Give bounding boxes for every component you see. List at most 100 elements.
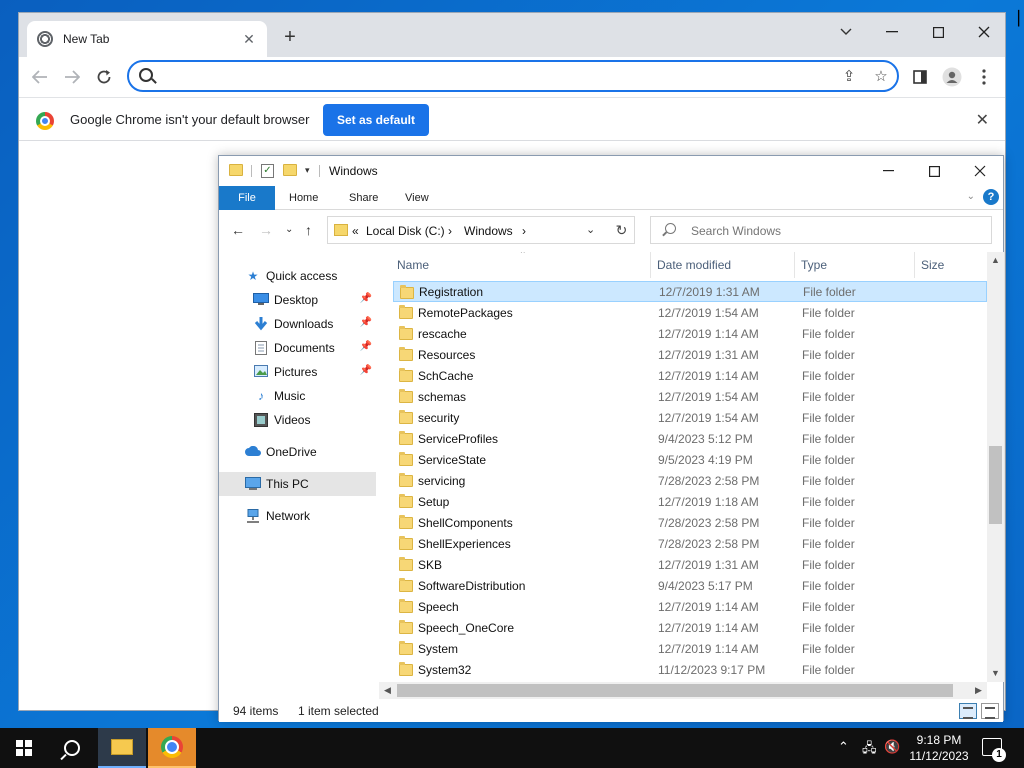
column-header-date-modified[interactable]: Date modified bbox=[651, 252, 795, 278]
nav-onedrive[interactable]: OneDrive bbox=[219, 440, 376, 464]
file-row[interactable]: Speech 12/7/2019 1:14 AM File folder bbox=[393, 596, 987, 617]
refresh-icon[interactable]: ↻ bbox=[609, 216, 635, 244]
pin-icon[interactable]: 📌 bbox=[360, 365, 372, 376]
address-prefix-icon[interactable]: « bbox=[352, 224, 359, 238]
network-status-icon[interactable]: 🖧 bbox=[862, 739, 877, 761]
file-row[interactable]: servicing 7/28/2023 2:58 PM File folder bbox=[393, 470, 987, 491]
forward-arrow-icon[interactable] bbox=[59, 64, 85, 90]
file-row[interactable]: ServiceProfiles 9/4/2023 5:12 PM File fold… bbox=[393, 428, 987, 449]
address-input[interactable] bbox=[163, 66, 823, 86]
close-button[interactable] bbox=[961, 17, 1007, 47]
show-hidden-icons-chevron-icon[interactable]: ⌃ bbox=[838, 739, 849, 755]
nav-this-pc[interactable]: This PC bbox=[219, 472, 376, 496]
share-icon[interactable]: ⇪ bbox=[839, 67, 859, 87]
address-separator[interactable]: › bbox=[522, 224, 526, 238]
infobar-close-icon[interactable]: ✕ bbox=[976, 110, 989, 130]
nav-music[interactable]: ♪ Music bbox=[219, 384, 376, 408]
column-header-name[interactable]: Name bbox=[391, 252, 651, 278]
omnibox[interactable]: ⇪ ☆ bbox=[127, 60, 899, 92]
minimize-button[interactable] bbox=[869, 17, 915, 47]
address-segment-local-disk[interactable]: Local Disk (C:) bbox=[366, 224, 445, 238]
start-button[interactable] bbox=[0, 728, 48, 768]
scroll-up-arrow-icon[interactable]: ▲ bbox=[987, 252, 1004, 269]
column-header-size[interactable]: Size bbox=[915, 252, 989, 278]
file-row[interactable]: rescache 12/7/2019 1:14 AM File folder bbox=[393, 323, 987, 344]
properties-check-icon[interactable]: ✓ bbox=[261, 164, 274, 178]
nav-network[interactable]: Network bbox=[219, 504, 376, 528]
search-input[interactable] bbox=[691, 222, 981, 240]
details-view-icon[interactable] bbox=[959, 703, 977, 719]
profile-avatar-icon[interactable] bbox=[941, 66, 963, 88]
scroll-right-arrow-icon[interactable]: ▶ bbox=[970, 682, 987, 699]
set-as-default-button[interactable]: Set as default bbox=[323, 104, 429, 136]
file-row[interactable]: Registration 12/7/2019 1:31 AM File folder bbox=[393, 281, 987, 302]
new-folder-icon[interactable] bbox=[283, 164, 297, 176]
large-icons-view-icon[interactable] bbox=[981, 703, 999, 719]
vertical-scroll-thumb[interactable] bbox=[989, 446, 1002, 524]
file-row[interactable]: SKB 12/7/2019 1:31 AM File folder bbox=[393, 554, 987, 575]
column-header-type[interactable]: Type bbox=[795, 252, 915, 278]
vertical-scrollbar[interactable]: ▲ ▼ bbox=[987, 252, 1004, 682]
nav-pictures[interactable]: Pictures 📌 bbox=[219, 360, 376, 384]
file-row[interactable]: RemotePackages 12/7/2019 1:54 AM File fold… bbox=[393, 302, 987, 323]
file-row[interactable]: SoftwareDistribution 9/4/2023 5:17 PM File… bbox=[393, 575, 987, 596]
pin-icon[interactable]: 📌 bbox=[360, 341, 372, 352]
tab-search-chevron-icon[interactable] bbox=[823, 17, 869, 47]
horizontal-scrollbar[interactable]: ◀ ▶ bbox=[379, 682, 987, 699]
tab-new-tab[interactable]: New Tab ✕ bbox=[27, 21, 267, 57]
ribbon-tab-share[interactable]: Share bbox=[335, 186, 392, 210]
explorer-maximize-button[interactable] bbox=[911, 156, 957, 186]
recent-locations-icon[interactable]: ⌄ bbox=[285, 224, 293, 235]
scroll-left-arrow-icon[interactable]: ◀ bbox=[379, 682, 396, 699]
address-dropdown-icon[interactable]: ⌄ bbox=[586, 223, 595, 236]
address-separator[interactable]: › bbox=[448, 224, 452, 238]
menu-kebab-icon[interactable] bbox=[973, 66, 995, 88]
file-row[interactable]: schemas 12/7/2019 1:54 AM File folder bbox=[393, 386, 987, 407]
address-segment-windows[interactable]: Windows bbox=[464, 224, 513, 238]
file-row[interactable]: SchCache 12/7/2019 1:14 AM File folder bbox=[393, 365, 987, 386]
pin-icon[interactable]: 📌 bbox=[360, 317, 372, 328]
file-row[interactable]: System 12/7/2019 1:14 AM File folder bbox=[393, 638, 987, 659]
file-row[interactable]: Setup 12/7/2019 1:18 AM File folder bbox=[393, 491, 987, 512]
new-tab-button[interactable]: + bbox=[277, 25, 303, 51]
explorer-forward-icon[interactable]: → bbox=[259, 222, 273, 238]
nav-quick-access[interactable]: ★ Quick access bbox=[219, 264, 376, 288]
taskbar-search-button[interactable] bbox=[48, 728, 96, 768]
scroll-down-arrow-icon[interactable]: ▼ bbox=[987, 665, 1004, 682]
file-row[interactable]: System32 11/12/2023 9:17 PM File folder bbox=[393, 659, 987, 680]
explorer-minimize-button[interactable] bbox=[865, 156, 911, 186]
volume-muted-icon[interactable]: 🔇 bbox=[884, 739, 900, 755]
search-box[interactable] bbox=[650, 216, 992, 244]
nav-documents[interactable]: Documents 📌 bbox=[219, 336, 376, 360]
horizontal-scroll-thumb[interactable] bbox=[397, 684, 953, 697]
ribbon-expand-chevron-icon[interactable]: ⌄ bbox=[967, 191, 975, 202]
file-row[interactable]: security 12/7/2019 1:54 AM File folder bbox=[393, 407, 987, 428]
taskbar-chrome[interactable] bbox=[148, 728, 196, 768]
ribbon-tab-view[interactable]: View bbox=[391, 186, 443, 210]
file-row[interactable]: ShellExperiences 7/28/2023 2:58 PM File fo… bbox=[393, 533, 987, 554]
maximize-button[interactable] bbox=[915, 17, 961, 47]
nav-downloads[interactable]: Downloads 📌 bbox=[219, 312, 376, 336]
nav-desktop[interactable]: Desktop 📌 bbox=[219, 288, 376, 312]
up-folder-icon[interactable]: ↑ bbox=[305, 222, 312, 238]
bookmark-star-icon[interactable]: ☆ bbox=[871, 67, 891, 87]
tab-close-icon[interactable]: ✕ bbox=[241, 31, 257, 48]
quick-access-dropdown-icon[interactable]: ▾ bbox=[305, 165, 310, 176]
side-panel-icon[interactable] bbox=[909, 66, 931, 88]
nav-videos[interactable]: Videos bbox=[219, 408, 376, 432]
taskbar-file-explorer[interactable] bbox=[98, 728, 146, 768]
explorer-back-icon[interactable]: ← bbox=[231, 222, 245, 238]
file-row[interactable]: ServiceState 9/5/2023 4:19 PM File folder bbox=[393, 449, 987, 470]
address-bar[interactable]: « Local Disk (C:) › Windows › ⌄ bbox=[327, 216, 635, 244]
reload-icon[interactable] bbox=[91, 64, 117, 90]
explorer-close-button[interactable] bbox=[957, 156, 1003, 186]
ribbon-tab-file[interactable]: File bbox=[219, 186, 275, 210]
file-row[interactable]: ShellComponents 7/28/2023 2:58 PM File fol… bbox=[393, 512, 987, 533]
back-arrow-icon[interactable] bbox=[27, 64, 53, 90]
ribbon-tab-home[interactable]: Home bbox=[275, 186, 332, 210]
help-icon[interactable]: ? bbox=[983, 189, 999, 205]
system-clock[interactable]: 9:18 PM 11/12/2023 bbox=[906, 732, 972, 764]
pin-icon[interactable]: 📌 bbox=[360, 293, 372, 304]
file-row[interactable]: Resources 12/7/2019 1:31 AM File folder bbox=[393, 344, 987, 365]
file-row[interactable]: Speech_OneCore 12/7/2019 1:14 AM File fold… bbox=[393, 617, 987, 638]
